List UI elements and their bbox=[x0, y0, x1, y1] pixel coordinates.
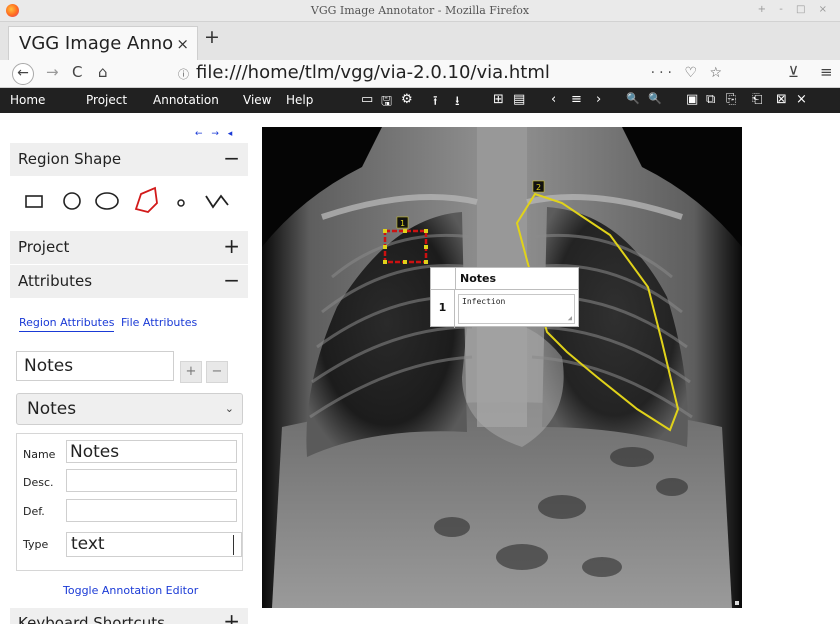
paste-all-icon[interactable]: ⎗ bbox=[752, 92, 762, 107]
popup-column-title: Notes bbox=[460, 272, 497, 285]
import-icon[interactable]: ⭱ bbox=[433, 92, 438, 114]
menu-view[interactable]: View bbox=[243, 93, 271, 107]
navigation-bar: ← → C ⌂ ⓘ file:///home/tlm/vgg/via-2.0.1… bbox=[0, 60, 840, 88]
desc-field[interactable] bbox=[66, 469, 237, 492]
save-icon[interactable]: 🖫 bbox=[381, 92, 392, 114]
xray-image[interactable]: 1 2 bbox=[262, 127, 742, 608]
tab-title: VGG Image Anno bbox=[19, 33, 174, 54]
image-list-icon[interactable]: ≡ bbox=[571, 92, 582, 107]
region-2-label: 2 bbox=[536, 183, 541, 192]
menu-project[interactable]: Project bbox=[86, 93, 127, 107]
shape-selector bbox=[10, 179, 248, 223]
project-header[interactable]: Project + bbox=[10, 231, 248, 264]
annotation-editor-icon[interactable]: ▤ bbox=[513, 92, 525, 107]
rectangle-shape-icon[interactable] bbox=[25, 195, 43, 208]
window-controls[interactable]: + - □ × bbox=[758, 4, 832, 15]
popup-corner-cell bbox=[431, 268, 455, 290]
attributes-label: Attributes bbox=[18, 272, 93, 290]
menu-help[interactable]: Help bbox=[286, 93, 313, 107]
new-tab-button[interactable]: + bbox=[204, 26, 220, 48]
attributes-header[interactable]: Attributes − bbox=[10, 265, 248, 298]
name-label: Name bbox=[23, 448, 56, 461]
name-field-value: Notes bbox=[70, 442, 120, 462]
menu-home[interactable]: Home bbox=[10, 93, 45, 107]
ellipse-shape-icon[interactable] bbox=[95, 192, 119, 210]
zoom-out-icon[interactable]: 🔍 bbox=[648, 92, 662, 105]
notes-textarea[interactable]: Infection ◢ bbox=[458, 294, 575, 324]
region-shape-label: Region Shape bbox=[18, 150, 122, 168]
zoom-in-icon[interactable]: 🔍 bbox=[626, 92, 640, 105]
keyboard-shortcuts-header[interactable]: Keyboard Shortcuts + bbox=[10, 608, 248, 624]
chevron-down-icon: ⌄ bbox=[224, 402, 234, 415]
grid-view-icon[interactable]: ⊞ bbox=[493, 92, 504, 107]
export-icon[interactable]: ⭳ bbox=[455, 92, 460, 114]
type-select[interactable]: text bbox=[66, 532, 242, 557]
select-all-icon[interactable]: ▣ bbox=[686, 92, 698, 107]
open-folder-icon[interactable]: ▭ bbox=[361, 92, 373, 107]
new-attribute-value: Notes bbox=[24, 356, 74, 376]
home-button[interactable]: ⌂ bbox=[98, 63, 108, 81]
attribute-select[interactable]: Notes ⌄ bbox=[16, 393, 243, 425]
collapse-icon[interactable]: − bbox=[223, 146, 240, 170]
notes-textarea-value: Infection bbox=[462, 297, 506, 306]
toggle-annotation-editor-link[interactable]: Toggle Annotation Editor bbox=[63, 584, 198, 597]
window-title: VGG Image Annotator - Mozilla Firefox bbox=[310, 4, 530, 17]
image-canvas[interactable]: 1 2 bbox=[262, 127, 742, 608]
region-shape-header[interactable]: Region Shape − bbox=[10, 143, 248, 176]
region-1-label: 1 bbox=[400, 219, 405, 228]
project-label: Project bbox=[18, 238, 70, 256]
settings-icon[interactable]: ⚙ bbox=[401, 92, 413, 107]
resize-grip-icon[interactable]: ◢ bbox=[568, 314, 572, 322]
close-icon[interactable]: × bbox=[796, 92, 807, 107]
url-text[interactable]: file:///home/tlm/vgg/via-2.0.10/via.html bbox=[196, 62, 550, 83]
tab-file-attributes[interactable]: File Attributes bbox=[121, 316, 197, 329]
paste-icon[interactable]: ⎘ bbox=[726, 92, 736, 107]
attribute-select-value: Notes bbox=[27, 399, 77, 419]
popup-header: Notes bbox=[455, 268, 579, 290]
site-info-icon[interactable]: ⓘ bbox=[178, 66, 189, 82]
def-label: Def. bbox=[23, 505, 45, 518]
collapse-icon[interactable]: − bbox=[223, 268, 240, 292]
polygon-shape-icon[interactable] bbox=[134, 186, 158, 213]
copy-icon[interactable]: ⧉ bbox=[706, 92, 715, 107]
expand-icon[interactable]: + bbox=[223, 609, 240, 624]
polyline-shape-icon[interactable] bbox=[205, 194, 229, 209]
popup-region-id: 1 bbox=[431, 290, 455, 328]
via-menubar: Home Project Annotation View Help ▭ 🖫 ⚙ … bbox=[0, 88, 840, 113]
desc-label: Desc. bbox=[23, 476, 54, 489]
browser-tab[interactable]: VGG Image Anno × bbox=[8, 26, 198, 60]
extension-icon[interactable]: ⊻ bbox=[788, 63, 799, 81]
prev-image-icon[interactable]: ‹ bbox=[551, 92, 556, 107]
address-bar[interactable]: ⓘ file:///home/tlm/vgg/via-2.0.10/via.ht… bbox=[170, 62, 730, 86]
type-label: Type bbox=[23, 538, 49, 551]
left-sidebar: ← → ◂ Region Shape − Project + Attribute… bbox=[0, 113, 250, 624]
type-select-value: text bbox=[71, 534, 105, 554]
new-attribute-input[interactable]: Notes bbox=[16, 351, 174, 381]
circle-shape-icon[interactable] bbox=[63, 192, 81, 210]
hamburger-menu-icon[interactable]: ≡ bbox=[820, 63, 833, 81]
point-shape-icon[interactable] bbox=[177, 199, 185, 207]
tab-region-attributes[interactable]: Region Attributes bbox=[19, 316, 115, 332]
def-field[interactable] bbox=[66, 499, 237, 522]
reload-button[interactable]: C bbox=[72, 63, 82, 81]
page-actions[interactable]: ··· ♡ ☆ bbox=[651, 65, 726, 81]
next-image-icon[interactable]: › bbox=[596, 92, 601, 107]
back-button[interactable]: ← bbox=[12, 63, 34, 85]
delete-region-icon[interactable]: ⊠ bbox=[776, 92, 787, 107]
name-field[interactable]: Notes bbox=[66, 440, 237, 463]
attribute-properties: Name Notes Desc. Def. Type text bbox=[16, 433, 243, 571]
remove-attribute-button[interactable]: − bbox=[206, 361, 228, 383]
add-attribute-button[interactable]: + bbox=[180, 361, 202, 383]
sidebar-resize-arrows[interactable]: ← → ◂ bbox=[195, 129, 235, 139]
keyboard-shortcuts-label: Keyboard Shortcuts bbox=[18, 614, 165, 624]
dropdown-arrow-icon bbox=[233, 535, 239, 555]
expand-icon[interactable]: + bbox=[223, 234, 240, 258]
tab-bar: VGG Image Anno × bbox=[0, 22, 840, 60]
forward-button[interactable]: → bbox=[46, 63, 59, 81]
menu-annotation[interactable]: Annotation bbox=[153, 93, 219, 107]
tab-close-icon[interactable]: × bbox=[176, 35, 189, 53]
window-titlebar: VGG Image Annotator - Mozilla Firefox + … bbox=[0, 0, 840, 22]
annotation-editor-popup: Notes 1 Infection ◢ bbox=[430, 267, 579, 328]
